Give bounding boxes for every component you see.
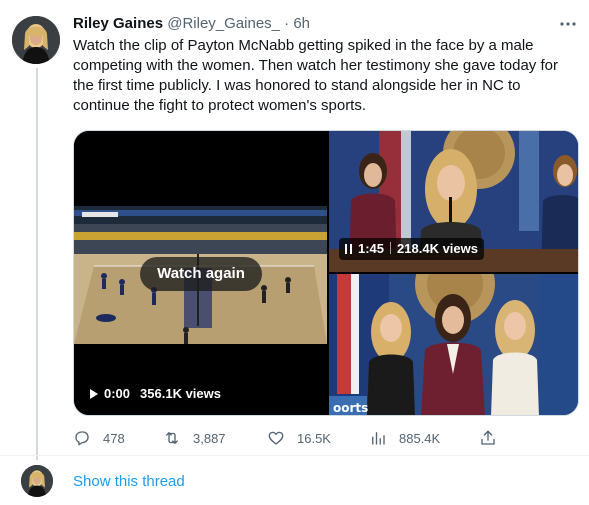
video-player-right[interactable]: 1:45 218.4K views [329, 131, 578, 272]
svg-text:oorts: oorts [333, 401, 368, 415]
meta-separator [390, 242, 392, 254]
author-name[interactable]: Riley Gaines [73, 15, 163, 32]
reply-count: 478 [103, 430, 125, 446]
video-left-views: 356.1K views [140, 386, 221, 401]
retweet-icon [163, 429, 181, 447]
tweet-text-line: the first time publicly. I was honored t… [73, 77, 521, 94]
like-count: 16.5K [297, 430, 331, 446]
video-player-left[interactable]: Watch again 0:00 356.1K views [74, 131, 327, 415]
tweet-text-line: Watch the clip of Payton McNabb getting … [73, 37, 534, 54]
tweet-text-line: competing with the women. Then watch her… [73, 57, 558, 74]
views-button[interactable]: 885.4K [369, 426, 440, 450]
video-left-meta: 0:00 356.1K views [90, 383, 221, 405]
share-button[interactable] [479, 426, 509, 450]
thread-avatar[interactable] [21, 465, 53, 497]
share-icon [479, 429, 497, 447]
media-grid: Watch again 0:00 356.1K views 1:45 218.4… [73, 130, 579, 416]
tweet[interactable]: Riley Gaines @Riley_Gaines_ · 6h Watch t… [0, 0, 589, 460]
tweet-text: Watch the clip of Payton McNabb getting … [73, 36, 573, 116]
video-left-time: 0:00 [104, 386, 131, 401]
thread-avatar-image [21, 465, 53, 497]
ellipsis-icon[interactable] [556, 12, 580, 36]
play-icon[interactable] [90, 389, 98, 399]
watch-again-button[interactable]: Watch again [140, 257, 262, 291]
photo-thumbnail[interactable]: oorts [329, 274, 578, 415]
show-thread-link[interactable]: Show this thread [73, 472, 185, 492]
avatar[interactable] [12, 16, 60, 64]
video-right-views: 218.4K views [397, 241, 478, 256]
heart-icon [267, 429, 285, 447]
tweet-actions: 478 3,887 16.5K 885.4K [73, 426, 573, 450]
video-right-meta: 1:45 218.4K views [339, 238, 484, 260]
like-button[interactable]: 16.5K [267, 426, 331, 450]
tweet-text-line: continue the fight to protect women's sp… [73, 97, 367, 114]
views-count: 885.4K [399, 430, 441, 446]
thread-connector-line [36, 68, 38, 460]
video-right-time: 1:45 [358, 241, 385, 256]
tweet-divider [0, 455, 589, 456]
timestamp[interactable]: 6h [293, 15, 310, 32]
reply-button[interactable]: 478 [73, 426, 125, 450]
separator-dot: · [284, 15, 290, 32]
tweet-header: Riley Gaines @Riley_Gaines_ · 6h [73, 14, 310, 34]
group-photo: oorts [329, 274, 578, 415]
author-handle[interactable]: @Riley_Gaines_ [167, 15, 280, 32]
avatar-image [12, 16, 60, 64]
retweet-button[interactable]: 3,887 [163, 426, 226, 450]
analytics-icon [369, 429, 387, 447]
retweet-count: 3,887 [193, 430, 226, 446]
reply-icon [73, 429, 91, 447]
pause-icon[interactable] [345, 244, 352, 254]
